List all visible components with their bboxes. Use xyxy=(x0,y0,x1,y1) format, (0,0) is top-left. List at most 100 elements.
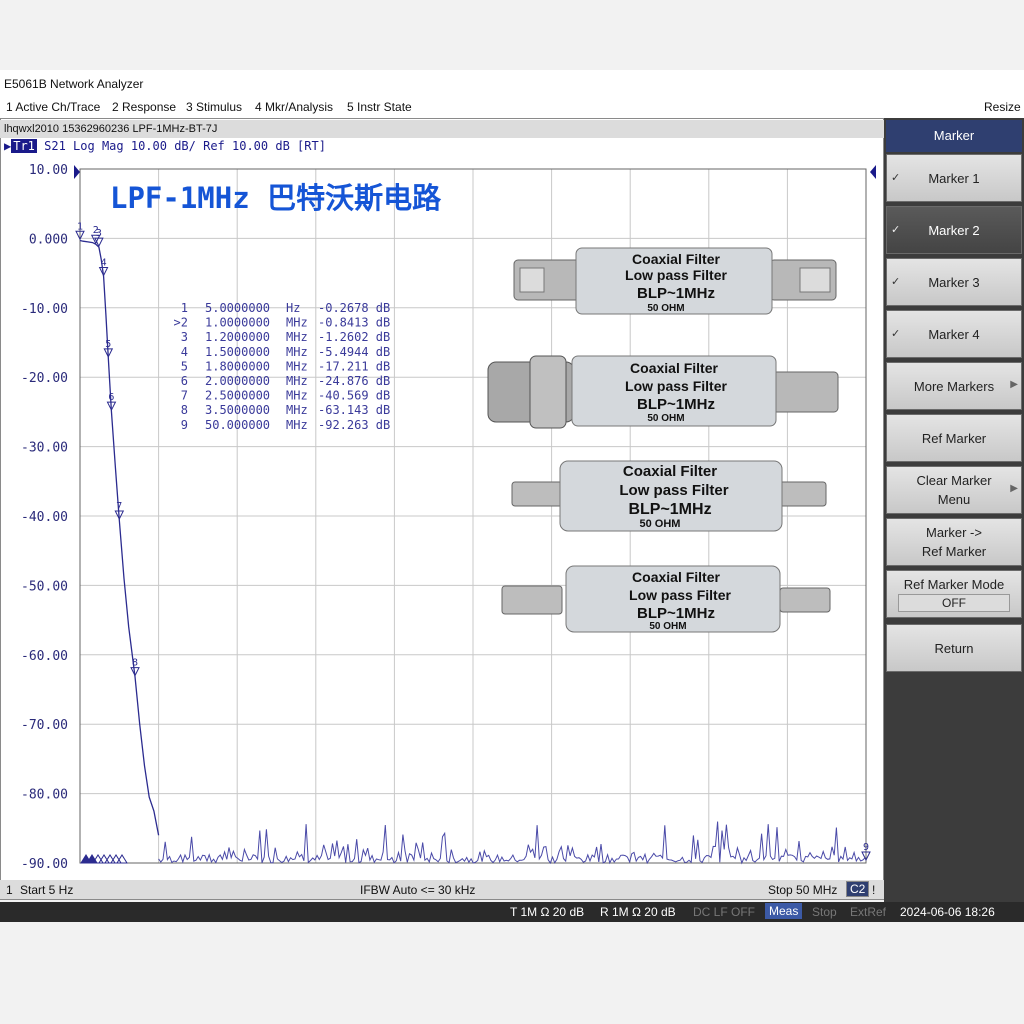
filter-bnc-male-female: Coaxial Filter Low pass Filter BLP~1MHz … xyxy=(487,355,839,429)
page-bottom-margin xyxy=(0,922,1024,1024)
marker-table-freq: 1.0000000 xyxy=(205,316,270,330)
status-stop: Stop xyxy=(812,905,837,919)
marker-table-num: 1 xyxy=(181,301,188,315)
y-tick-label: -70.00 xyxy=(21,718,68,733)
menu-active-ch-trace[interactable]: 1 Active Ch/Trace xyxy=(6,100,100,114)
softkey-panel: Marker ✓ Marker 1 ✓ Marker 2 ✓ Marker 3 ✓ Ma… xyxy=(884,118,1024,902)
filter1-line2: Low pass Filter xyxy=(625,267,727,283)
marker-table-unit: Hz xyxy=(286,301,300,315)
filter3-line3: BLP~1MHz xyxy=(628,501,711,518)
softkey-more-markers[interactable]: More Markers ▶ xyxy=(886,362,1022,410)
filter4-line4: 50 OHM xyxy=(649,621,686,632)
menu-bar: 1 Active Ch/Trace 2 Response 3 Stimulus … xyxy=(0,96,1024,118)
filter2-line3: BLP~1MHz xyxy=(637,396,715,413)
status-t-input: T 1M Ω 20 dB xyxy=(510,905,585,919)
softkey-marker-3[interactable]: ✓ Marker 3 xyxy=(886,258,1022,306)
marker-9-label: 9 xyxy=(863,842,869,853)
y-tick-labels: 10.00 0.000 -10.00 -20.00 -30.00 -40.00 -50.00… xyxy=(21,163,68,872)
footer-warning: ! xyxy=(872,883,876,897)
trace-status-line[interactable]: ▶ Tr1 S21 Log Mag 10.00 dB/ Ref 10.00 dB … xyxy=(4,139,326,155)
footer-c2-badge: C2 xyxy=(846,881,870,897)
status-dclf: DC LF OFF xyxy=(693,905,755,919)
overlay-title: LPF-1MHz 巴特沃斯电路 xyxy=(110,181,442,215)
y-tick-label: -30.00 xyxy=(21,441,68,456)
y-tick-label: -80.00 xyxy=(21,788,68,803)
softkey-marker-4[interactable]: ✓ Marker 4 xyxy=(886,310,1022,358)
sweep-footer: 1 Start 5 Hz IFBW Auto <= 30 kHz Stop 50… xyxy=(0,880,884,899)
marker-3-label: 3 xyxy=(96,228,102,239)
softkey-marker-1[interactable]: ✓ Marker 1 xyxy=(886,154,1022,202)
marker-table-unit: MHz xyxy=(286,345,308,359)
filter3-line4: 50 OHM xyxy=(640,518,681,530)
y-tick-label: -60.00 xyxy=(21,649,68,664)
softkey-ref-marker[interactable]: Ref Marker xyxy=(886,414,1022,462)
footer-ifbw[interactable]: IFBW Auto <= 30 kHz xyxy=(360,883,475,897)
softkey-return-label: Return xyxy=(934,640,974,656)
softkey-marker-to-ref[interactable]: Marker -> Ref Marker xyxy=(886,518,1022,566)
filter1-line1: Coaxial Filter xyxy=(632,251,720,267)
filter4-line1: Coaxial Filter xyxy=(632,569,720,585)
filter2-line4: 50 OHM xyxy=(647,413,684,424)
filter-product-photos: Coaxial Filter Low pass Filter BLP~1MHz … xyxy=(487,247,839,633)
menu-response[interactable]: 2 Response xyxy=(112,100,176,114)
softkey-toref-line1: Marker -> xyxy=(926,525,982,540)
marker-table-unit: MHz xyxy=(286,330,308,344)
marker-4-label: 4 xyxy=(101,258,107,269)
marker-table-freq: 1.2000000 xyxy=(205,330,270,344)
trace-plot[interactable]: 10.00 0.000 -10.00 -20.00 -30.00 -40.00 -50.00… xyxy=(0,156,884,880)
status-r-input: R 1M Ω 20 dB xyxy=(600,905,676,919)
submenu-arrow-icon: ▶ xyxy=(1010,483,1018,494)
marker-table-num: 7 xyxy=(181,389,188,403)
y-tick-label: -10.00 xyxy=(21,302,68,317)
marker-table-freq: 2.0000000 xyxy=(205,374,270,388)
softkey-mode-label: Ref Marker Mode xyxy=(903,576,1005,592)
status-extref: ExtRef xyxy=(850,905,887,919)
trace-description: S21 Log Mag 10.00 dB/ Ref 10.00 dB [RT] xyxy=(44,139,326,153)
menu-resize[interactable]: Resize xyxy=(984,100,1021,114)
softkey-ref-marker-mode[interactable]: Ref Marker Mode OFF xyxy=(886,570,1022,618)
filter3-line1: Coaxial Filter xyxy=(623,463,717,480)
marker-table-value: -17.211 dB xyxy=(318,359,390,373)
footer-stop[interactable]: Stop 50 MHz xyxy=(768,883,837,897)
ref-level-right-icon[interactable] xyxy=(870,165,876,179)
filter3-line2: Low pass Filter xyxy=(619,482,728,499)
footer-start[interactable]: Start 5 Hz xyxy=(20,883,73,897)
menu-stimulus[interactable]: 3 Stimulus xyxy=(186,100,242,114)
check-icon: ✓ xyxy=(891,328,901,340)
softkey-clear-marker-menu[interactable]: Clear Marker Menu ▶ xyxy=(886,466,1022,514)
marker-table-value: -5.4944 dB xyxy=(318,345,390,359)
channel-info-text: lhqwxl2010 15362960236 LPF-1MHz-BT-7J xyxy=(4,123,218,135)
y-tick-label: -40.00 xyxy=(21,510,68,525)
y-tick-label: -90.00 xyxy=(21,857,68,872)
softkey-clear-line2: Menu xyxy=(937,492,971,507)
ref-level-left-icon[interactable] xyxy=(74,165,80,179)
marker-table-unit: MHz xyxy=(286,418,308,432)
filter1-line3: BLP~1MHz xyxy=(637,285,715,302)
filter4-line2: Low pass Filter xyxy=(629,587,731,603)
noise-floor-trace xyxy=(158,821,866,865)
softkey-more-markers-label: More Markers xyxy=(913,378,995,394)
softkey-marker-2[interactable]: ✓ Marker 2 xyxy=(886,206,1022,254)
footer-channel: 1 xyxy=(6,883,13,897)
marker-table-num: 6 xyxy=(181,374,188,388)
softkey-header: Marker xyxy=(886,120,1022,152)
s21-trace-line xyxy=(79,239,160,836)
y-tick-label: 0.000 xyxy=(29,232,68,247)
marker-table-num: 9 xyxy=(181,418,188,432)
marker-table-num: >2 xyxy=(174,316,188,330)
softkey-return[interactable]: Return xyxy=(886,624,1022,672)
marker-table-num: 4 xyxy=(181,345,188,359)
marker-table-value: -0.2678 dB xyxy=(318,301,390,315)
status-bar: T 1M Ω 20 dB R 1M Ω 20 dB DC LF OFF Meas… xyxy=(0,902,1024,922)
menu-instr-state[interactable]: 5 Instr State xyxy=(347,100,412,114)
filter2-line2: Low pass Filter xyxy=(625,378,727,394)
menu-mkr-analysis[interactable]: 4 Mkr/Analysis xyxy=(255,100,333,114)
filter1-line4: 50 OHM xyxy=(647,303,684,314)
marker-table-value: -40.569 dB xyxy=(318,389,390,403)
filter4-line3: BLP~1MHz xyxy=(637,605,715,622)
marker-table-freq: 3.5000000 xyxy=(205,403,270,417)
softkey-marker-3-label: Marker 3 xyxy=(928,274,980,290)
marker-table-value: -92.263 dB xyxy=(318,418,390,432)
status-datetime: 2024-06-06 18:26 xyxy=(900,905,995,919)
softkey-ref-marker-label: Ref Marker xyxy=(921,430,987,446)
